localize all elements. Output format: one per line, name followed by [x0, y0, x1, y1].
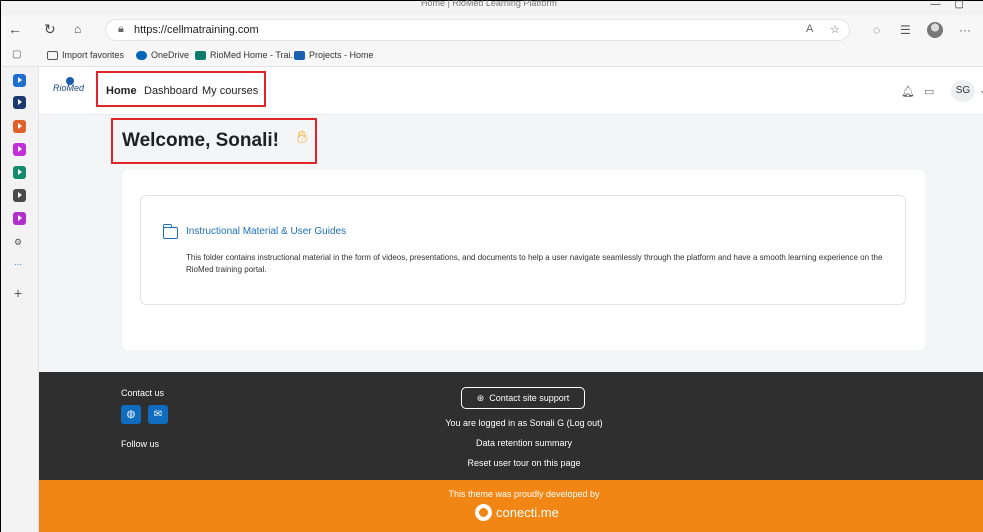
reset-tour-link[interactable]: Reset user tour on this page — [339, 458, 709, 468]
url-text[interactable]: https://cellmatraining.com — [134, 24, 259, 36]
browser-profile-avatar[interactable] — [927, 22, 943, 38]
main-content: Welcome, Sonali! ✋︎ Instructional Materi… — [39, 115, 983, 372]
extensions-icon[interactable]: ◌ — [873, 23, 880, 37]
mail-icon[interactable]: ✉ — [148, 405, 168, 424]
favorite-label: Projects - Home — [309, 50, 374, 60]
sidebar-app-icon[interactable] — [13, 212, 26, 225]
waving-hand-icon: ✋︎ — [297, 127, 308, 147]
tab-actions-icon[interactable]: ▢ — [12, 49, 21, 60]
refresh-icon[interactable]: ↻ — [44, 22, 56, 36]
window-controls[interactable]: —▢ — [931, 0, 978, 10]
favorites-bar: ▢ Import favorites OneDrive RioMed Home … — [1, 45, 983, 67]
page-title: Welcome, Sonali! — [122, 130, 279, 151]
settings-icon[interactable]: ⚙ — [14, 237, 22, 248]
course-card: Instructional Material & User Guides Thi… — [122, 170, 925, 350]
site-icon — [195, 50, 206, 60]
sidebar-app-icon[interactable]: ⋯ — [14, 260, 22, 269]
add-icon[interactable]: + — [14, 285, 22, 301]
logo-mark — [66, 77, 74, 85]
contact-support-button[interactable]: ⊛ Contact site support — [461, 387, 585, 409]
data-retention-link[interactable]: Data retention summary — [339, 438, 709, 448]
site-logo[interactable]: RioMed — [53, 77, 84, 93]
sidebar-app-icon[interactable] — [13, 96, 26, 109]
favorite-import[interactable]: Import favorites — [47, 50, 124, 60]
favorite-label: OneDrive — [151, 50, 190, 60]
cloud-icon — [136, 50, 147, 60]
browser-sidebar: ⚙ ⋯ + — [1, 67, 39, 532]
site-footer: Contact us ◍ ✉ Follow us ⊛ Contact site … — [39, 372, 983, 480]
collections-icon[interactable]: ☰ — [900, 23, 911, 37]
messages-icon[interactable]: ▭ — [924, 85, 934, 98]
site-header: RioMed Home Dashboard My courses 🔔︎ ▭ SG… — [39, 67, 983, 115]
lock-icon: 🔒︎ — [118, 23, 124, 35]
favorite-label: RioMed Home - Trai... — [210, 50, 299, 60]
favorite-label: Import favorites — [62, 50, 125, 60]
nav-dashboard[interactable]: Dashboard — [144, 85, 198, 97]
favorite-projects[interactable]: Projects - Home — [294, 50, 374, 60]
theme-credit: This theme was proudly developed by — [448, 489, 600, 499]
brand-name: conecti.me — [496, 505, 559, 520]
globe-icon[interactable]: ◍ — [121, 405, 141, 424]
read-aloud-icon[interactable]: A — [806, 23, 813, 35]
notifications-icon[interactable]: 🔔︎ — [901, 85, 915, 98]
activity-item: Instructional Material & User Guides Thi… — [140, 195, 906, 305]
import-icon — [47, 50, 58, 60]
sidebar-app-icon[interactable] — [13, 143, 26, 156]
support-label: Contact site support — [489, 393, 570, 403]
contact-heading: Contact us — [121, 388, 165, 398]
projects-icon — [294, 50, 305, 60]
user-avatar[interactable]: SG — [951, 80, 975, 102]
theme-credit-bar: This theme was proudly developed by cone… — [39, 480, 983, 532]
more-menu-icon[interactable]: ··· — [959, 23, 971, 37]
favorite-riomed[interactable]: RioMed Home - Trai... — [195, 50, 298, 60]
chevron-down-icon[interactable]: ⌄ — [979, 85, 983, 96]
activity-description: This folder contains instructional mater… — [186, 253, 883, 274]
browser-toolbar: ← ↻ ⌂ 🔒︎ https://cellmatraining.com A ☆ … — [1, 15, 983, 45]
folder-icon — [162, 224, 178, 239]
nav-my-courses[interactable]: My courses — [202, 85, 258, 97]
window-title: Home | RioMed Learning Platform — [421, 0, 557, 8]
login-info[interactable]: You are logged in as Sonali G (Log out) — [339, 418, 709, 428]
home-icon[interactable]: ⌂ — [74, 22, 81, 36]
window-titlebar: Home | RioMed Learning Platform —▢ — [1, 0, 983, 15]
address-bar[interactable]: 🔒︎ https://cellmatraining.com A ☆ — [105, 19, 850, 41]
support-icon: ⊛ — [476, 392, 485, 403]
sidebar-app-icon[interactable] — [13, 120, 26, 133]
sidebar-app-icon[interactable] — [13, 166, 26, 179]
sidebar-app-icon[interactable] — [13, 189, 26, 202]
follow-heading: Follow us — [121, 439, 160, 449]
nav-home[interactable]: Home — [106, 85, 137, 97]
favorite-star-icon[interactable]: ☆ — [830, 23, 840, 36]
favorite-onedrive[interactable]: OneDrive — [136, 50, 189, 60]
activity-link[interactable]: Instructional Material & User Guides — [186, 226, 346, 237]
brand-ring-icon — [475, 504, 492, 521]
back-icon[interactable]: ← — [8, 22, 22, 36]
sidebar-app-icon[interactable] — [13, 74, 26, 87]
brand-logo[interactable]: conecti.me — [475, 504, 559, 521]
